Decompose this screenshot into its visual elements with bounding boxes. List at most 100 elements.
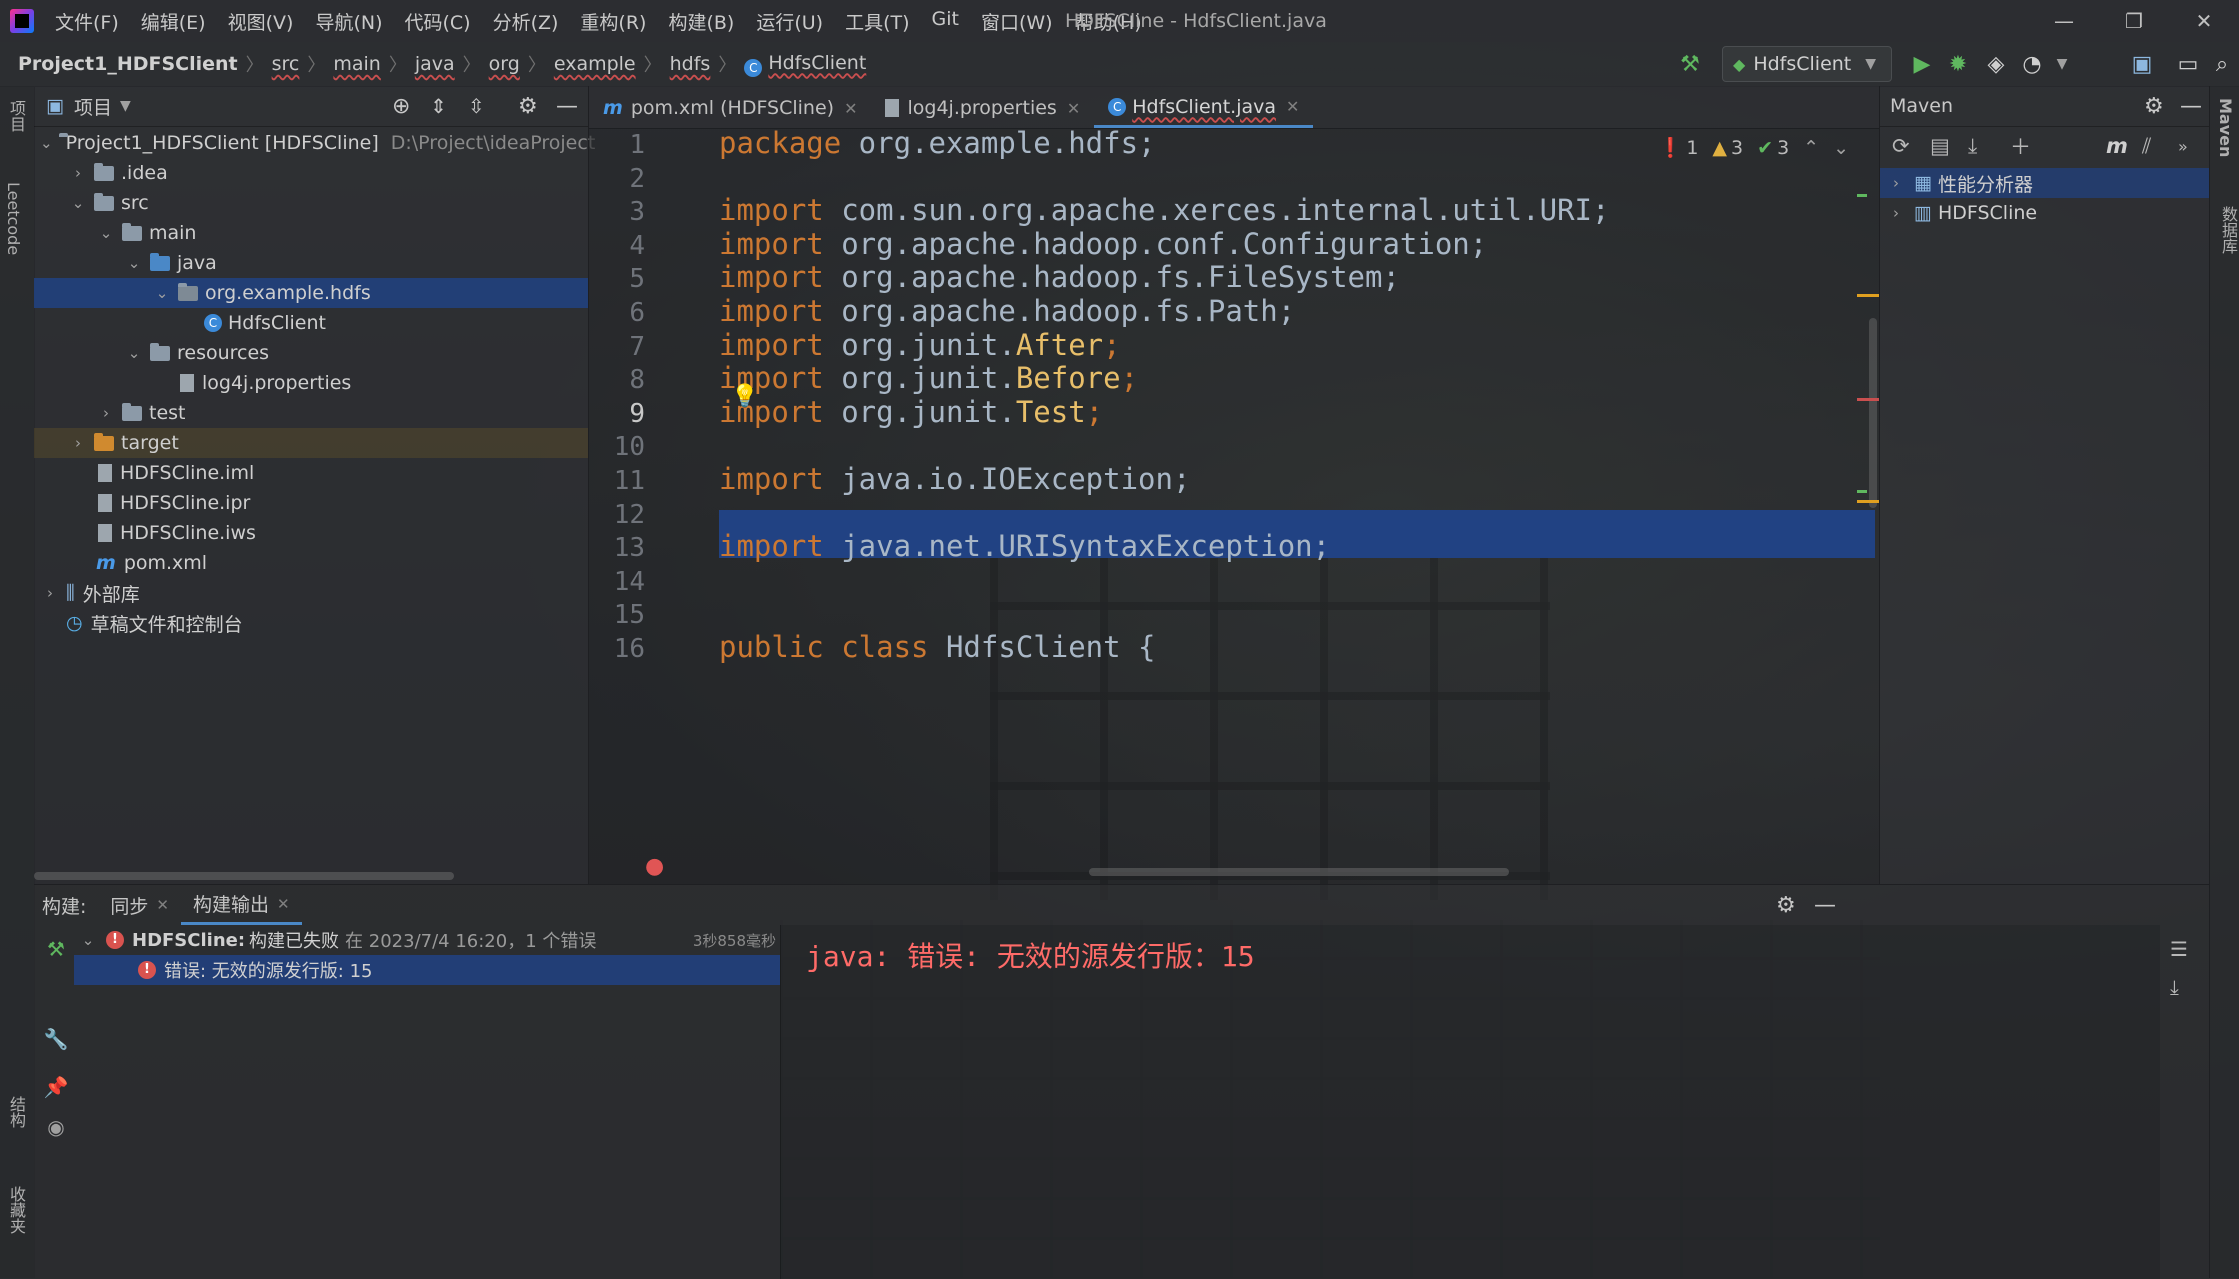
- line-number[interactable]: 6: [589, 298, 645, 328]
- tree-item-java[interactable]: ⌄ java: [34, 248, 588, 278]
- code-line[interactable]: import java.io.IOException;: [719, 462, 1190, 496]
- warning-marker[interactable]: [1857, 500, 1879, 503]
- expand-all-icon[interactable]: ⇕: [430, 94, 447, 118]
- inspection-widget[interactable]: ❗ 1 ▲ 3 ✔ 3 ⌃ ⌄: [1659, 136, 1849, 160]
- toggle-offline-icon[interactable]: ⫽: [2142, 134, 2151, 159]
- line-number[interactable]: 16: [589, 634, 645, 664]
- tree-item-scratches[interactable]: ◷ 草稿文件和控制台: [34, 608, 588, 638]
- project-structure-icon[interactable]: ▣: [2128, 50, 2156, 78]
- menu-item[interactable]: 文件(F): [44, 8, 130, 35]
- breadcrumb-org[interactable]: org: [483, 53, 526, 75]
- line-number[interactable]: 13: [589, 533, 645, 563]
- locate-file-icon[interactable]: ⊕: [392, 94, 410, 119]
- ok-marker[interactable]: [1857, 194, 1867, 197]
- add-icon[interactable]: ＋: [2010, 131, 2031, 161]
- gear-icon[interactable]: ⚙: [518, 94, 538, 119]
- close-window-button[interactable]: ✕: [2169, 0, 2239, 42]
- build-hammer-icon[interactable]: ⚒: [1676, 50, 1704, 78]
- maven-item-profiler[interactable]: › ▦ 性能分析器: [1880, 168, 2210, 198]
- ok-marker[interactable]: [1857, 490, 1867, 493]
- code-line[interactable]: import org.junit.Test;: [719, 395, 1103, 429]
- chevron-down-icon[interactable]: ⌄: [78, 931, 98, 949]
- restore-button[interactable]: ❐: [2099, 0, 2169, 42]
- line-number[interactable]: 12: [589, 500, 645, 530]
- execute-goal-icon[interactable]: m: [2106, 134, 2128, 158]
- code-line[interactable]: import org.apache.hadoop.fs.FileSystem;: [719, 260, 1400, 294]
- code-line[interactable]: import org.junit.After;: [719, 328, 1121, 362]
- tree-item-idea[interactable]: › .idea: [34, 158, 588, 188]
- horizontal-scrollbar[interactable]: [34, 872, 454, 880]
- tree-item-external-libraries[interactable]: › ⫼ 外部库: [34, 578, 588, 608]
- tree-item-target[interactable]: › target: [34, 428, 588, 458]
- scroll-to-end-icon[interactable]: ⤓: [2170, 975, 2179, 999]
- layout-icon[interactable]: ▭: [2174, 50, 2202, 78]
- code-line[interactable]: import org.apache.hadoop.conf.Configurat…: [719, 227, 1487, 261]
- chevron-down-icon[interactable]: ▼: [120, 98, 131, 114]
- close-tab-icon[interactable]: ✕: [1067, 99, 1080, 118]
- debug-icon[interactable]: ✹: [1944, 50, 1972, 78]
- line-number[interactable]: 10: [589, 432, 645, 462]
- next-highlight-icon[interactable]: ⌄: [1833, 137, 1849, 159]
- tree-item-iws[interactable]: HDFSCline.iws: [34, 518, 588, 548]
- project-tool-button[interactable]: 项目: [4, 100, 28, 132]
- tree-item-resources[interactable]: ⌄ resources: [34, 338, 588, 368]
- collapse-all-icon[interactable]: ⇳: [468, 94, 485, 118]
- menu-item[interactable]: 视图(V): [217, 8, 305, 35]
- line-number[interactable]: 2: [589, 164, 645, 194]
- menu-item[interactable]: 运行(U): [745, 8, 834, 35]
- code-line[interactable]: import org.junit.Before;: [719, 361, 1138, 395]
- tab-pom-xml[interactable]: m pom.xml (HDFSCline) ✕: [589, 88, 871, 128]
- chevron-down-icon[interactable]: ⌄: [124, 344, 144, 362]
- line-number[interactable]: 4: [589, 231, 645, 261]
- menu-item[interactable]: 窗口(W): [970, 8, 1064, 35]
- line-number[interactable]: 11: [589, 466, 645, 496]
- breadcrumb-src[interactable]: src: [266, 53, 306, 75]
- tree-item-package[interactable]: ⌄ org.example.hdfs: [34, 278, 588, 308]
- menu-item[interactable]: 分析(Z): [482, 8, 570, 35]
- code-line[interactable]: package org.example.hdfs;: [719, 128, 1156, 160]
- chevron-right-icon[interactable]: ›: [40, 584, 60, 602]
- chevron-down-icon[interactable]: ⌄: [124, 254, 144, 272]
- gear-icon[interactable]: ⚙: [2144, 94, 2164, 119]
- build-error-row[interactable]: ! 错误: 无效的源发行版: 15: [74, 955, 780, 985]
- tree-item-project-root[interactable]: ⌄ Project1_HDFSClient [HDFSCline] D:\Pro…: [34, 128, 595, 158]
- code-line[interactable]: import java.net.URISyntaxException;: [719, 529, 1330, 563]
- close-tab-icon[interactable]: ✕: [277, 895, 290, 913]
- leetcode-tool-button[interactable]: Leetcode: [4, 182, 23, 255]
- gear-icon[interactable]: ⚙: [1776, 893, 1796, 918]
- tab-build-output[interactable]: 构建输出 ✕: [181, 885, 302, 925]
- line-number[interactable]: 3: [589, 197, 645, 227]
- code-line[interactable]: public class HdfsClient {: [719, 630, 1156, 664]
- more-icon[interactable]: »: [2178, 137, 2188, 156]
- run-configuration-select[interactable]: ◆ HdfsClient ▼: [1722, 46, 1892, 82]
- hide-panel-icon[interactable]: —: [2180, 94, 2202, 119]
- chevron-right-icon[interactable]: ›: [96, 404, 116, 422]
- chevron-right-icon[interactable]: ›: [68, 164, 88, 182]
- vertical-scrollbar[interactable]: [1869, 318, 1877, 508]
- generate-sources-icon[interactable]: ▤: [1930, 134, 1950, 158]
- line-number[interactable]: 9: [589, 399, 645, 429]
- menu-item[interactable]: 重构(R): [569, 8, 657, 35]
- chevron-right-icon[interactable]: ›: [1886, 174, 1906, 192]
- chevron-down-icon[interactable]: ⌄: [96, 224, 116, 242]
- line-number[interactable]: 14: [589, 567, 645, 597]
- previous-highlight-icon[interactable]: ⌃: [1803, 137, 1819, 159]
- menu-item[interactable]: 工具(T): [834, 8, 920, 35]
- coverage-icon[interactable]: ◈: [1982, 50, 2010, 78]
- reload-icon[interactable]: ⟳: [1892, 134, 1910, 158]
- menu-item[interactable]: 代码(C): [393, 8, 481, 35]
- breadcrumb-file[interactable]: C HdfsClient: [738, 52, 872, 77]
- project-panel-title[interactable]: 项目: [74, 93, 112, 120]
- chevron-right-icon[interactable]: ›: [1886, 204, 1906, 222]
- breadcrumb-java[interactable]: java: [409, 53, 461, 75]
- lightbulb-icon[interactable]: 💡: [731, 384, 758, 409]
- close-tab-icon[interactable]: ✕: [1286, 97, 1299, 116]
- hide-panel-icon[interactable]: —: [556, 94, 578, 119]
- search-icon[interactable]: ⌕: [2208, 50, 2236, 78]
- breadcrumb-project[interactable]: Project1_HDFSClient: [0, 53, 244, 75]
- structure-tool-button[interactable]: 结构: [4, 1096, 28, 1128]
- favorites-tool-button[interactable]: 收藏夹: [4, 1186, 28, 1234]
- tab-log4j-properties[interactable]: log4j.properties ✕: [871, 88, 1094, 128]
- code-editor[interactable]: 1 2 3 4 5 6 7 8 9 10 11 12 13 14 15 16 package org.exam…: [589, 128, 1879, 884]
- line-number[interactable]: 15: [589, 600, 645, 630]
